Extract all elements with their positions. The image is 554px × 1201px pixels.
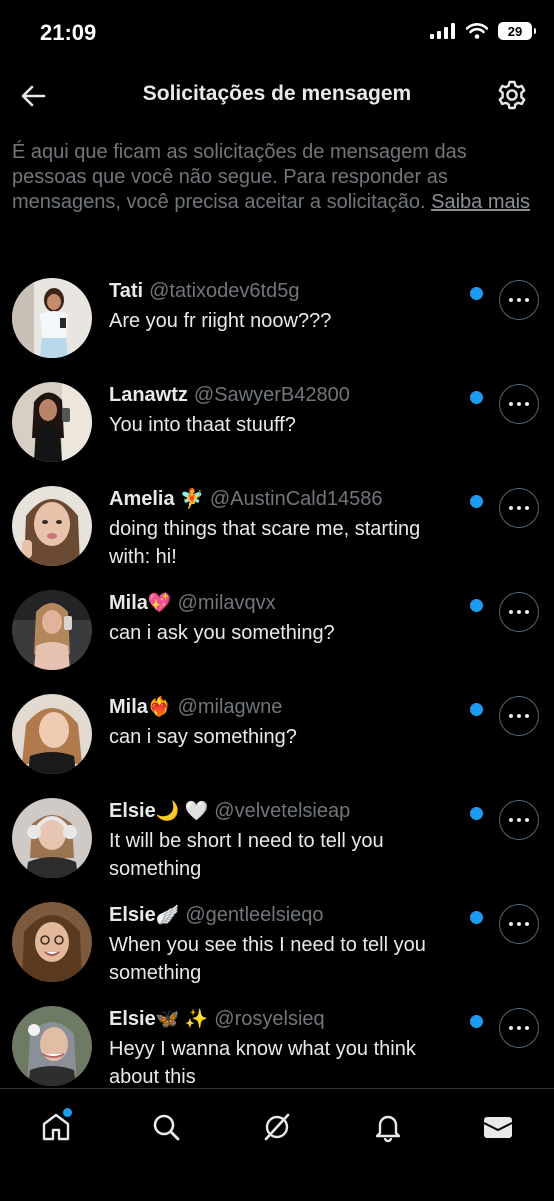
unread-dot: [470, 807, 483, 820]
status-icons: 29: [430, 22, 536, 40]
list-item[interactable]: Tati @tatixodev6td5g Are you fr riight no…: [0, 278, 554, 382]
more-options-button[interactable]: [499, 696, 539, 736]
search-icon: [153, 1114, 180, 1141]
avatar[interactable]: [12, 798, 92, 878]
name-emoji: ❤️‍🔥: [147, 697, 172, 718]
sender-handle: @AustinCald14586: [209, 488, 383, 510]
list-item[interactable]: Elsie🌙 🤍 @velvetelsieap It will be short …: [0, 798, 554, 902]
name-emoji: 🪽: [155, 905, 180, 926]
message-preview: When you see this I need to tell you som…: [109, 934, 426, 984]
avatar[interactable]: [12, 694, 92, 774]
sender-name: Lanawtz: [109, 384, 188, 406]
sender-handle: @gentleelsieqo: [185, 904, 324, 926]
name-emoji: 🧚: [180, 489, 204, 510]
unread-dot: [470, 1015, 483, 1028]
message-preview: Are you fr riight noow???: [109, 310, 332, 332]
bell-icon: [375, 1115, 401, 1143]
page-title: Solicitações de mensagem: [142, 82, 412, 105]
settings-button[interactable]: [496, 79, 528, 111]
nav-messages[interactable]: [478, 1107, 518, 1147]
dots-icon: [509, 298, 513, 302]
sender-name: Amelia: [109, 488, 175, 510]
avatar[interactable]: [12, 1006, 92, 1086]
dots-icon: [509, 922, 513, 926]
more-options-button[interactable]: [499, 1008, 539, 1048]
message-preview: It will be short I need to tell you some…: [109, 830, 384, 880]
more-options-button[interactable]: [499, 592, 539, 632]
list-item[interactable]: Amelia 🧚 @AustinCald14586 doing things th…: [0, 486, 554, 590]
nav-search[interactable]: [146, 1107, 186, 1147]
nav-notifications[interactable]: [368, 1107, 408, 1147]
bottom-nav: [0, 1088, 554, 1201]
more-options-button[interactable]: [499, 488, 539, 528]
nav-grok[interactable]: [257, 1107, 297, 1147]
avatar[interactable]: [12, 590, 92, 670]
name-emoji: 🦋 ✨: [155, 1009, 209, 1030]
gear-icon: [498, 80, 526, 110]
sender-handle: @velvetelsieap: [214, 800, 351, 822]
message-preview: can i ask you something?: [109, 622, 335, 644]
dots-icon: [509, 714, 513, 718]
more-options-button[interactable]: [499, 384, 539, 424]
name-emoji: 🌙 🤍: [155, 801, 209, 822]
avatar[interactable]: [12, 486, 92, 566]
message-preview: doing things that scare me, starting wit…: [109, 518, 421, 568]
more-options-button[interactable]: [499, 280, 539, 320]
sender-handle: @milavqvx: [177, 592, 276, 614]
sender-name: Mila: [109, 696, 148, 718]
dots-icon: [509, 506, 513, 510]
message-preview: can i say something?: [109, 726, 297, 748]
avatar[interactable]: [12, 902, 92, 982]
dots-icon: [509, 610, 513, 614]
list-item[interactable]: Mila💖 @milavqvx can i ask you something?: [0, 590, 554, 694]
battery-icon: 29: [498, 22, 536, 40]
sender-handle: @rosyelsieq: [214, 1008, 325, 1030]
wifi-icon: [466, 23, 488, 39]
sender-name: Elsie: [109, 800, 156, 822]
status-time: 21:09: [40, 20, 97, 45]
sender-name: Tati: [109, 280, 144, 302]
grok-icon: [264, 1113, 290, 1141]
sender-handle: @milagwne: [177, 696, 283, 718]
sender-name: Elsie: [109, 904, 156, 926]
name-emoji: 💖: [147, 593, 172, 614]
list-item[interactable]: Elsie🪽 @gentleelsieqo When you see this I…: [0, 902, 554, 1006]
mail-icon: [483, 1117, 513, 1138]
dots-icon: [509, 818, 513, 822]
sender-name: Mila: [109, 592, 148, 614]
list-item[interactable]: Mila❤️‍🔥 @milagwne can i say something?: [0, 694, 554, 798]
header: Solicitações de mensagem: [0, 66, 554, 124]
unread-dot: [470, 287, 483, 300]
more-options-button[interactable]: [499, 800, 539, 840]
more-options-button[interactable]: [499, 904, 539, 944]
dots-icon: [509, 1026, 513, 1030]
message-preview: You into thaat stuuff?: [109, 414, 296, 436]
request-list: Tati @tatixodev6td5g Are you fr riight no…: [0, 278, 554, 1110]
info-text: É aqui que ficam as solicitações de mens…: [12, 140, 532, 215]
learn-more-link[interactable]: Saiba mais: [431, 191, 530, 213]
status-bar: 21:09 29: [0, 0, 554, 66]
signal-icon: [430, 23, 455, 39]
avatar[interactable]: [12, 382, 92, 462]
dots-icon: [509, 402, 513, 406]
list-item[interactable]: Lanawtz @SawyerB42800 You into thaat stuu…: [0, 382, 554, 486]
nav-home[interactable]: [36, 1107, 76, 1147]
unread-dot: [470, 495, 483, 508]
info-description: É aqui que ficam as solicitações de mens…: [12, 141, 467, 213]
unread-dot: [470, 599, 483, 612]
notification-dot: [63, 1108, 72, 1117]
avatar[interactable]: [12, 278, 92, 358]
unread-dot: [470, 391, 483, 404]
sender-handle: @SawyerB42800: [193, 384, 350, 406]
sender-handle: @tatixodev6td5g: [149, 280, 300, 302]
unread-dot: [470, 911, 483, 924]
message-preview: Heyy I wanna know what you think about t…: [109, 1038, 416, 1088]
sender-name: Elsie: [109, 1008, 156, 1030]
unread-dot: [470, 703, 483, 716]
